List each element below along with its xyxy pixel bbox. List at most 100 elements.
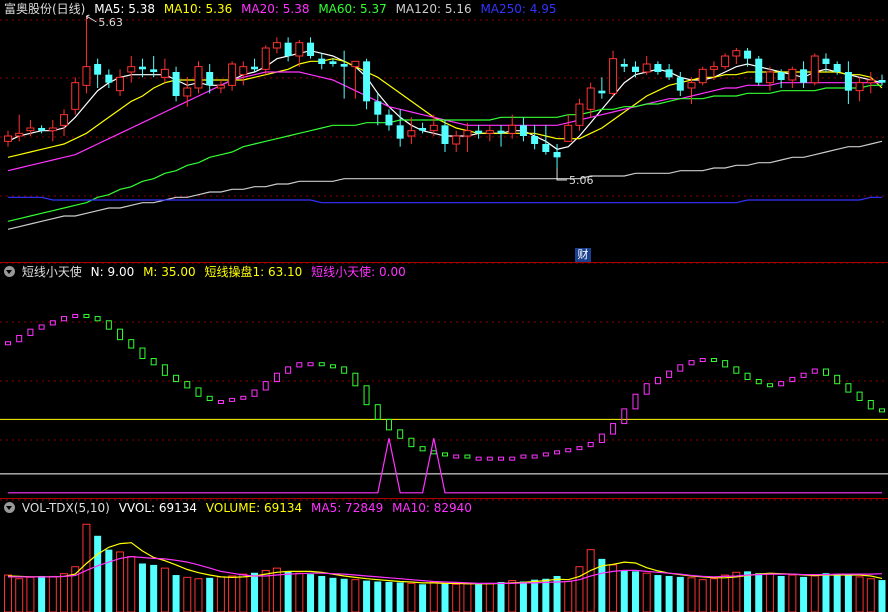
volume-bar[interactable] [575,566,584,612]
candle-body[interactable] [575,103,584,126]
candle-body[interactable] [452,135,461,145]
volume-bar[interactable] [329,577,337,612]
volume-bar[interactable] [709,578,718,612]
volume-bar[interactable] [508,580,517,612]
volume-bar[interactable] [765,573,774,612]
volume-bar[interactable] [497,581,505,612]
volume-bar[interactable] [307,574,315,612]
volume-bar[interactable] [755,573,763,612]
volume-bar[interactable] [239,573,248,612]
volume-bar[interactable] [183,576,192,612]
candle-body[interactable] [620,64,628,67]
candle-body[interactable] [160,68,169,78]
candle-body[interactable] [116,76,125,92]
candle-body[interactable] [374,101,382,115]
volume-bar[interactable] [441,583,449,612]
volume-bar[interactable] [744,571,752,612]
volume-bar[interactable] [485,582,494,612]
candle-body[interactable] [82,66,91,86]
volume-bar[interactable] [38,575,46,612]
candle-body[interactable] [654,64,662,72]
candle-body[interactable] [216,84,225,89]
candle-body[interactable] [60,114,69,126]
candle-body[interactable] [755,58,763,83]
volume-bar[interactable] [60,573,69,612]
volume-bar[interactable] [665,575,673,612]
candle-body[interactable] [508,124,517,134]
volume-bar[interactable] [318,575,326,612]
volume-bar[interactable] [216,576,225,612]
volume-bar[interactable] [586,549,595,612]
candle-body[interactable] [183,87,192,97]
volume-bar[interactable] [15,578,24,612]
price-panel[interactable]: 5.63 5.06 [4,14,886,230]
volume-bar[interactable] [206,577,214,612]
candle-body[interactable] [150,69,158,72]
candle-body[interactable] [765,71,774,84]
volume-bar[interactable] [866,578,875,612]
volume-bar[interactable] [800,576,808,612]
candle-body[interactable] [4,135,12,142]
volume-bar[interactable] [429,581,438,612]
volume-bar[interactable] [295,572,304,612]
candle-body[interactable] [138,66,146,70]
candle-body[interactable] [519,125,527,136]
volume-bar[interactable] [160,567,169,612]
volume-bar[interactable] [844,575,852,612]
volume-bar[interactable] [855,576,864,612]
volume-bar[interactable] [150,564,158,612]
volume-bar[interactable] [721,574,730,612]
volume-bar[interactable] [777,575,785,612]
candle-body[interactable] [228,63,237,86]
candle-body[interactable] [194,66,203,89]
volume-panel[interactable] [4,523,886,612]
candle-body[interactable] [396,125,404,139]
candle-body[interactable] [542,144,550,152]
candle-body[interactable] [172,72,180,96]
candle-body[interactable] [48,127,57,132]
volume-bar[interactable] [654,575,662,612]
candle-body[interactable] [788,68,797,81]
volume-bar[interactable] [475,584,483,612]
candle-body[interactable] [329,61,337,64]
candle-body[interactable] [844,72,852,91]
candle-body[interactable] [441,125,449,144]
candle-body[interactable] [429,124,438,132]
candle-body[interactable] [810,55,819,84]
candle-body[interactable] [105,74,113,83]
candle-body[interactable] [351,60,360,68]
candle-body[interactable] [497,130,505,134]
candle-body[interactable] [363,61,371,102]
volume-bar[interactable] [810,575,819,612]
volume-bar[interactable] [26,576,35,612]
volume-bar[interactable] [127,556,136,612]
candle-body[interactable] [475,130,483,134]
candle-body[interactable] [385,114,393,126]
volume-bar[interactable] [228,575,237,612]
candle-body[interactable] [800,69,808,83]
volume-bar[interactable] [822,573,830,612]
stock-chart[interactable]: 5.63 5.06 [0,0,888,612]
volume-bar[interactable] [687,577,696,612]
volume-bar[interactable] [138,563,146,612]
volume-bar[interactable] [82,523,91,612]
volume-bar[interactable] [396,582,404,612]
candle-body[interactable] [822,58,830,64]
candle-body[interactable] [698,68,707,84]
volume-bar[interactable] [564,581,573,612]
volume-bar[interactable] [452,583,461,612]
volume-bar[interactable] [620,570,628,612]
volume-bar[interactable] [531,579,539,612]
volume-bar[interactable] [542,578,550,612]
candle-body[interactable] [855,82,864,92]
candle-body[interactable] [631,66,639,72]
panel-menu-icon[interactable] [4,502,15,513]
volume-bar[interactable] [385,581,393,612]
candle-body[interactable] [26,127,35,132]
volume-bar[interactable] [374,581,382,612]
volume-bar[interactable] [878,580,886,612]
candle-body[interactable] [676,77,684,91]
candle-body[interactable] [251,66,259,70]
candle-body[interactable] [609,58,618,94]
candle-body[interactable] [777,72,785,80]
